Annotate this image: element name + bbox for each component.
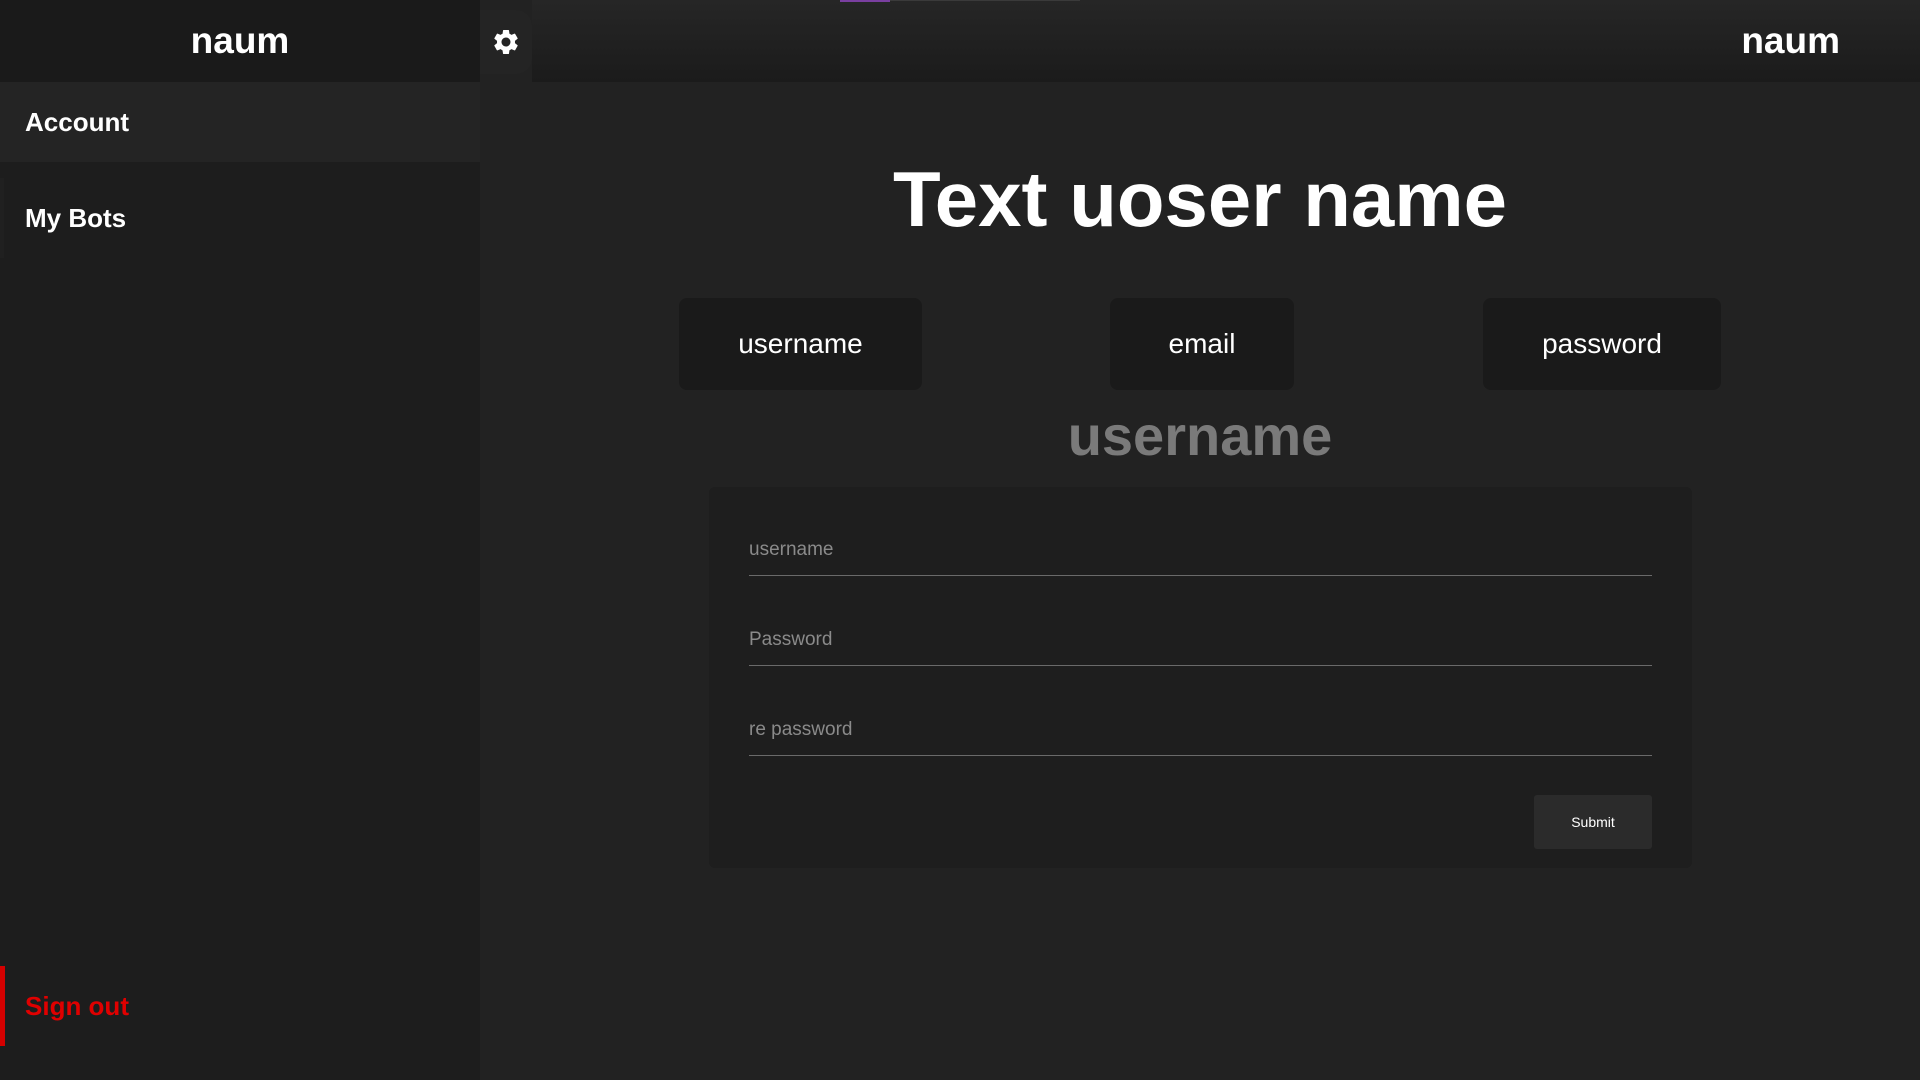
top-accent-line (840, 0, 890, 2)
tab-password[interactable]: password (1483, 298, 1721, 390)
tab-email[interactable]: email (1110, 298, 1294, 390)
sidebar-header: naum (0, 0, 480, 82)
submit-button[interactable]: Submit (1534, 795, 1652, 849)
password-input[interactable] (749, 614, 1652, 666)
top-username[interactable]: naum (1741, 0, 1840, 82)
sign-out-button[interactable]: Sign out (0, 966, 480, 1046)
sidebar-item-account[interactable]: Account (0, 82, 480, 162)
top-accent-line-dim (890, 0, 1080, 1)
tab-username[interactable]: username (679, 298, 922, 390)
sidebar-item-label: My Bots (25, 202, 127, 233)
re-password-input[interactable] (749, 704, 1652, 756)
section-title: username (1067, 404, 1333, 467)
top-bar (532, 0, 1920, 82)
sidebar: naum Account My Bots Sign out (0, 0, 480, 1080)
sidebar-item-label: Account (25, 106, 129, 137)
gear-icon (494, 29, 518, 54)
username-input[interactable] (749, 524, 1652, 576)
settings-button[interactable] (480, 10, 532, 74)
page-title: Text uoser name (892, 155, 1508, 243)
sidebar-item-my-bots[interactable]: My Bots (0, 178, 480, 258)
sidebar-brand: naum (190, 20, 290, 61)
sign-out-label: Sign out (25, 990, 129, 1021)
